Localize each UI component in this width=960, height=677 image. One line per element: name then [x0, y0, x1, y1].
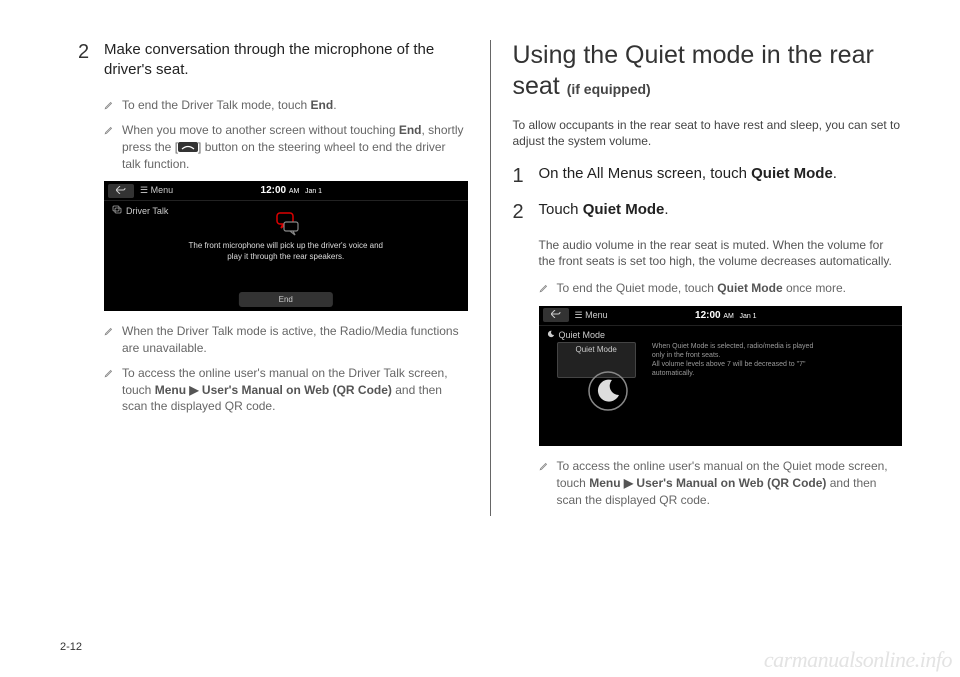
clock: 12:00 AM Jan 1: [614, 310, 898, 321]
back-icon: [108, 184, 134, 198]
note-end-quiet: To end the Quiet mode, touch Quiet Mode …: [539, 280, 903, 298]
pencil-icon: [104, 123, 114, 173]
pencil-icon: [539, 459, 549, 508]
note-radio-unavailable: When the Driver Talk mode is active, the…: [104, 323, 468, 357]
step-text: Touch Quiet Mode.: [539, 200, 903, 220]
note-text: To end the Quiet mode, touch Quiet Mode …: [557, 280, 903, 298]
note-qr-manual: To access the online user's manual on th…: [104, 365, 468, 415]
step-number: 2: [513, 200, 527, 228]
pencil-icon: [104, 98, 114, 115]
steering-button-icon: [178, 140, 198, 157]
driver-talk-screenshot: ☰ Menu 12:00 AM Jan 1 Driver Talk The fr…: [104, 181, 468, 311]
menu-label: ☰ Menu: [140, 185, 173, 196]
step-text: On the All Menus screen, touch Quiet Mod…: [539, 164, 903, 184]
ss-topbar: ☰ Menu 12:00 AM Jan 1: [539, 306, 903, 326]
note-end: To end the Driver Talk mode, touch End.: [104, 97, 468, 115]
note-text: To end the Driver Talk mode, touch End.: [122, 97, 468, 115]
step-text: Make conversation through the microphone…: [104, 40, 468, 81]
clock: 12:00 AM Jan 1: [179, 185, 463, 196]
quiet-mode-screenshot: ☰ Menu 12:00 AM Jan 1 Quiet Mode Quiet M…: [539, 306, 903, 446]
back-icon: [543, 308, 569, 322]
pencil-icon: [104, 366, 114, 415]
step-2-right: 2 Touch Quiet Mode.: [513, 200, 903, 228]
note-qr-manual-quiet: To access the online user's manual on th…: [539, 458, 903, 508]
moon-icon-small: [547, 330, 555, 340]
ss-topbar: ☰ Menu 12:00 AM Jan 1: [104, 181, 468, 201]
quiet-mode-desc: When Quiet Mode is selected, radio/media…: [652, 342, 813, 378]
pencil-icon: [104, 324, 114, 357]
note-text: When the Driver Talk mode is active, the…: [122, 323, 468, 357]
pencil-icon: [539, 281, 549, 298]
talk-icon-small: [112, 205, 122, 217]
moon-icon: [587, 370, 629, 414]
page-content: 2 Make conversation through the micropho…: [0, 0, 960, 516]
step-description: The audio volume in the rear seat is mut…: [539, 237, 903, 271]
section-intro: To allow occupants in the rear seat to h…: [513, 117, 903, 151]
step-1: 1 On the All Menus screen, touch Quiet M…: [513, 164, 903, 192]
step-number: 2: [78, 40, 92, 89]
menu-label: ☰ Menu: [575, 310, 608, 321]
talk-bubbles-icon: [271, 211, 301, 239]
ss-message: The front microphone will pick up the dr…: [104, 241, 468, 262]
left-column: 2 Make conversation through the micropho…: [60, 40, 491, 516]
step-number: 1: [513, 164, 527, 192]
right-column: Using the Quiet mode in the rear seat (i…: [491, 40, 921, 516]
step-2: 2 Make conversation through the micropho…: [78, 40, 468, 89]
end-button: End: [239, 292, 333, 307]
note-text: When you move to another screen without …: [122, 122, 468, 173]
note-text: To access the online user's manual on th…: [557, 458, 903, 508]
section-heading: Using the Quiet mode in the rear seat (i…: [513, 40, 903, 103]
note-text: To access the online user's manual on th…: [122, 365, 468, 415]
watermark: carmanualsonline.info: [764, 647, 952, 673]
page-number: 2-12: [60, 641, 82, 653]
note-steering: When you move to another screen without …: [104, 122, 468, 173]
